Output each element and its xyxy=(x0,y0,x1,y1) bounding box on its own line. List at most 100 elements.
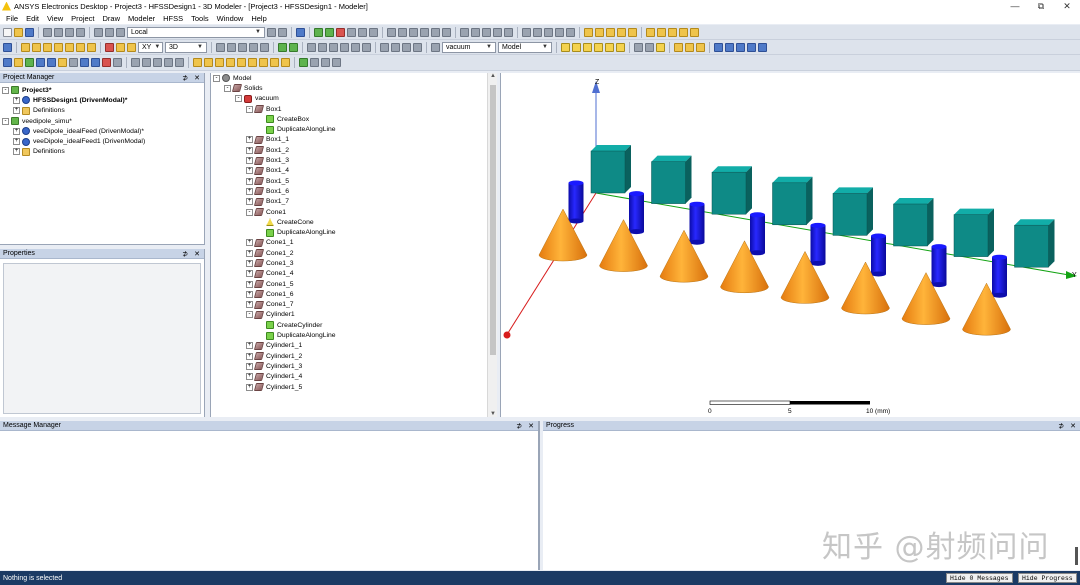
box-object[interactable] xyxy=(893,198,934,247)
help-icon[interactable] xyxy=(3,42,12,52)
close-icon[interactable]: ✕ xyxy=(1070,422,1076,430)
resize-grip[interactable] xyxy=(1075,547,1078,565)
cylinder-top[interactable] xyxy=(629,191,644,197)
model-tree-item[interactable]: + Cone1_1 xyxy=(211,238,497,248)
hide-messages-button[interactable]: Hide 0 Messages xyxy=(946,573,1013,583)
collapse-icon[interactable]: - xyxy=(224,84,231,92)
draw-torus-icon[interactable] xyxy=(76,42,85,52)
cylinder-body[interactable] xyxy=(629,193,644,232)
model-tree-item[interactable]: DuplicateAlongLine xyxy=(211,124,497,134)
project-tree-item[interactable]: + veeDipole_idealFeed1 (DrivenModal) xyxy=(2,136,202,146)
cylinder-top[interactable] xyxy=(992,254,1007,260)
box-side-face[interactable] xyxy=(867,187,873,236)
close-icon[interactable]: ✕ xyxy=(194,74,200,82)
offset-icon[interactable] xyxy=(340,42,349,52)
cover-icon[interactable] xyxy=(402,42,411,52)
pan-icon[interactable] xyxy=(398,27,407,37)
redo-icon[interactable] xyxy=(116,27,125,37)
draw-spline-icon[interactable] xyxy=(595,27,604,37)
cylinder-top[interactable] xyxy=(810,222,826,228)
rotate-object-icon[interactable] xyxy=(318,42,327,52)
select-by-name-icon[interactable] xyxy=(736,42,745,52)
cube-icon[interactable] xyxy=(248,58,257,67)
draw-cone-icon[interactable] xyxy=(54,42,63,52)
collapse-icon[interactable]: - xyxy=(246,105,253,113)
snap-edge-center-icon[interactable] xyxy=(583,42,592,52)
shell-icon[interactable] xyxy=(237,58,246,67)
expand-icon[interactable]: + xyxy=(246,383,253,391)
highlight-selection-icon[interactable] xyxy=(656,42,665,52)
box-front-face[interactable] xyxy=(893,203,928,247)
cylinder-bottom[interactable] xyxy=(750,250,765,256)
model-tree-item[interactable]: + Cylinder1_4 xyxy=(211,372,497,382)
record-icon[interactable] xyxy=(321,58,330,67)
menu-tools[interactable]: Tools xyxy=(187,14,213,23)
box-side-face[interactable] xyxy=(988,208,994,257)
model-tree-item[interactable]: - Box1 xyxy=(211,104,497,114)
select-object-icon[interactable] xyxy=(674,42,683,52)
symmetry-icon[interactable] xyxy=(153,58,162,67)
expand-icon[interactable]: + xyxy=(13,138,20,146)
master-icon[interactable] xyxy=(164,58,173,67)
material-library-icon[interactable] xyxy=(289,42,298,52)
expand-icon[interactable]: + xyxy=(246,249,253,257)
fit-all-icon[interactable] xyxy=(431,27,440,37)
analyze-icon[interactable] xyxy=(325,27,334,37)
model-tree-item[interactable]: - Cone1 xyxy=(211,207,497,217)
cylinder-bottom[interactable] xyxy=(810,260,826,266)
model-tree-item[interactable]: + Cone1_3 xyxy=(211,258,497,268)
move-icon[interactable] xyxy=(307,42,316,52)
draw-cylinder-icon[interactable] xyxy=(32,42,41,52)
model-tree-item[interactable]: + Cone1_4 xyxy=(211,269,497,279)
menu-project[interactable]: Project xyxy=(67,14,98,23)
array-icon[interactable] xyxy=(131,58,140,67)
model-tree-item[interactable]: + Cylinder1_5 xyxy=(211,382,497,392)
boolean-imprint-icon[interactable] xyxy=(260,42,269,52)
model-tree-item[interactable]: + Cylinder1_3 xyxy=(211,361,497,371)
cylinder-body[interactable] xyxy=(931,246,947,285)
mesh-icon[interactable] xyxy=(25,58,34,67)
expand-icon[interactable]: + xyxy=(246,280,253,288)
model-tree-item[interactable]: CreateCone xyxy=(211,217,497,227)
optimetrics-icon[interactable] xyxy=(47,58,56,67)
model-tree-item[interactable]: + Cylinder1_1 xyxy=(211,341,497,351)
collapse-icon[interactable]: - xyxy=(2,117,9,125)
box-side-face[interactable] xyxy=(685,155,692,204)
project-tree-item[interactable]: + Definitions xyxy=(2,147,202,157)
cylinder-object[interactable] xyxy=(871,233,886,277)
cylinder-bottom[interactable] xyxy=(992,292,1007,298)
port-icon[interactable] xyxy=(80,58,89,67)
region-icon[interactable] xyxy=(215,58,224,67)
model-tree-item[interactable]: + Box1_6 xyxy=(211,186,497,196)
box-top-face[interactable] xyxy=(954,208,994,215)
model-tree-scrollbar[interactable]: ▲ ▼ xyxy=(487,73,497,417)
box-top-face[interactable] xyxy=(893,198,934,204)
scale-icon[interactable] xyxy=(362,42,371,52)
uncover-icon[interactable] xyxy=(413,42,422,52)
expand-icon[interactable]: + xyxy=(246,146,253,154)
restore-button[interactable]: ⧉ xyxy=(1028,1,1054,12)
draw-helix-icon[interactable] xyxy=(87,42,96,52)
measure-icon[interactable] xyxy=(296,27,305,37)
box-object[interactable] xyxy=(651,155,692,204)
expand-icon[interactable]: + xyxy=(13,127,20,135)
undo-icon[interactable] xyxy=(105,27,114,37)
box-object[interactable] xyxy=(711,166,752,215)
model-tree-item[interactable]: DuplicateAlongLine xyxy=(211,227,497,237)
draw-polyline-icon[interactable] xyxy=(628,27,637,37)
relative-cs-icon[interactable] xyxy=(278,27,287,37)
project-tree-item[interactable]: + veeDipole_idealFeed (DrivenModal)* xyxy=(2,126,202,136)
model-tree-item[interactable]: CreateCylinder xyxy=(211,320,497,330)
point-icon[interactable] xyxy=(116,42,125,52)
pin-icon[interactable]: ⊅ xyxy=(516,422,522,430)
close-icon[interactable]: ✕ xyxy=(194,250,200,258)
cylinder-bottom[interactable] xyxy=(568,218,584,224)
collapse-icon[interactable]: - xyxy=(2,86,9,94)
paste-icon[interactable] xyxy=(65,27,74,37)
cylinder-bottom[interactable] xyxy=(931,282,947,288)
cylinder-bottom[interactable] xyxy=(871,271,886,277)
expand-icon[interactable]: + xyxy=(246,270,253,278)
box-top-face[interactable] xyxy=(651,155,692,162)
box-side-face[interactable] xyxy=(927,198,934,246)
plane-select[interactable]: XY ▼ xyxy=(138,41,163,53)
